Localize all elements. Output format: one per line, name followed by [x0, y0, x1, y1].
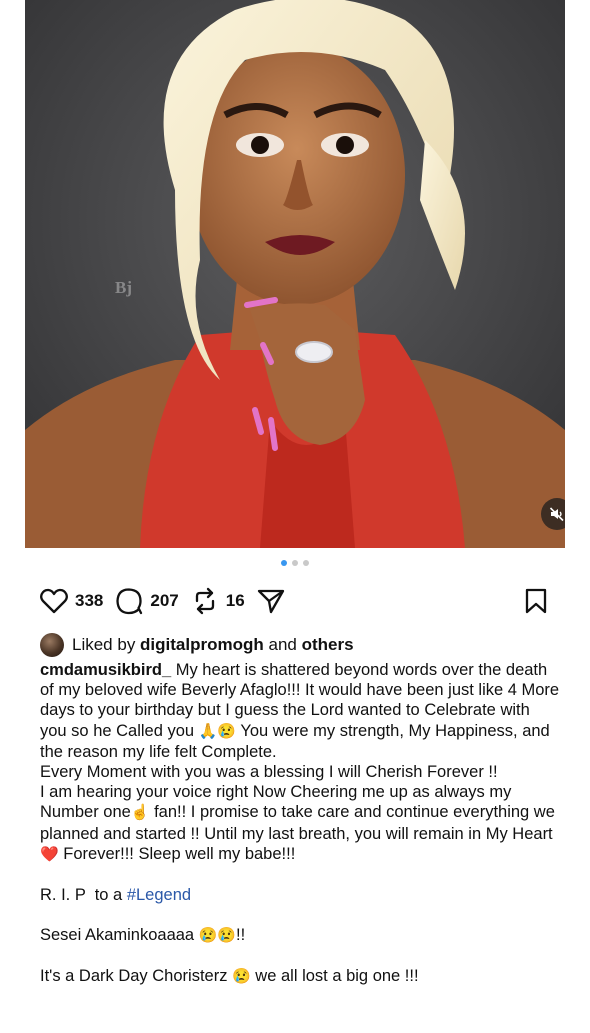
pray-emoji: 🙏 — [198, 722, 218, 740]
carousel-indicator — [0, 560, 590, 566]
post-caption: cmdamusikbird_ My heart is shattered bey… — [40, 660, 560, 988]
share-button[interactable] — [257, 588, 285, 614]
caption-text: It's a Dark Day Choristerz — [40, 967, 233, 986]
red-heart-emoji: ❤️ — [40, 845, 59, 863]
caption-text: Sesei Akaminkoaaaa — [40, 926, 199, 945]
mute-button[interactable] — [541, 498, 565, 530]
caption-text: !! — [236, 926, 246, 945]
comment-count: 207 — [150, 591, 179, 610]
caption-text: Every Moment with you was a blessing I w… — [40, 763, 498, 782]
pointing-up-emoji: ☝ — [130, 804, 150, 822]
caption-text: we all lost a big one !!! — [250, 967, 419, 986]
caption-username[interactable]: cmdamusikbird_ — [40, 661, 171, 679]
caption-text: R. I. P to a — [40, 886, 127, 905]
like-count: 338 — [75, 591, 104, 610]
paper-plane-icon — [257, 589, 284, 614]
hashtag-link[interactable]: #Legend — [127, 886, 191, 904]
liked-by-row[interactable]: Liked by digitalpromogh and others — [40, 633, 354, 657]
repost-button[interactable]: 16 — [191, 587, 245, 615]
repost-count: 16 — [225, 591, 245, 610]
heart-icon — [40, 588, 68, 614]
save-button[interactable] — [524, 587, 548, 615]
speaker-muted-icon — [549, 507, 564, 522]
carousel-dot — [292, 560, 298, 566]
liked-by-connector: and — [263, 635, 302, 654]
caption-text: Forever!!! Sleep well my babe!!! — [58, 844, 296, 863]
portrait-photo — [25, 0, 565, 548]
comment-button[interactable]: 207 — [115, 587, 179, 615]
liked-by-others[interactable]: others — [302, 635, 354, 655]
comment-bubble-icon — [116, 588, 143, 615]
watermark-text: Bj — [115, 278, 132, 297]
action-bar: 338 207 16 — [40, 584, 548, 618]
crying-emoji: 😢 — [217, 722, 237, 740]
liked-by-user[interactable]: digitalpromogh — [140, 635, 264, 655]
post-media[interactable]: Bj — [25, 0, 565, 548]
avatar[interactable] — [40, 633, 64, 657]
repost-icon — [195, 587, 214, 615]
like-button[interactable]: 338 — [40, 588, 103, 614]
crying-emoji: 😢😢 — [198, 927, 237, 945]
carousel-dot — [303, 560, 309, 566]
crying-emoji: 😢 — [232, 968, 251, 986]
bookmark-icon — [525, 588, 547, 614]
carousel-dot-active — [281, 560, 287, 566]
liked-by-prefix: Liked by — [72, 635, 141, 654]
